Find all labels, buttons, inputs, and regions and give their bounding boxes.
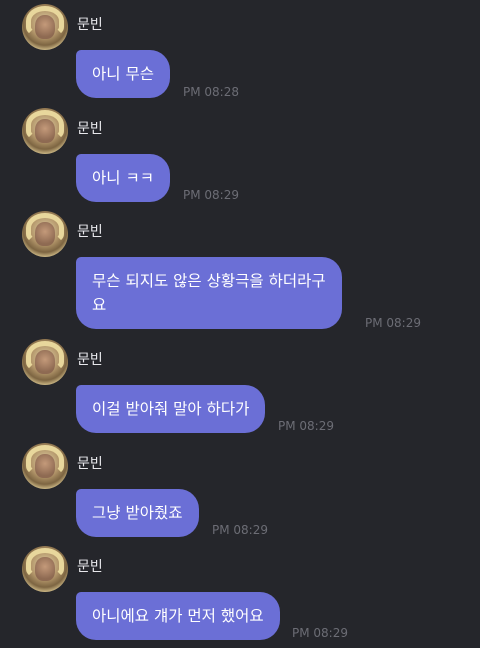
avatar[interactable] bbox=[22, 211, 68, 257]
message-bubble[interactable]: 아니 ㅋㅋ bbox=[76, 154, 170, 202]
message-time: PM 08:29 bbox=[292, 626, 348, 640]
message-bubble[interactable]: 이걸 받아줘 말아 하다가 bbox=[76, 385, 266, 433]
sender-name: 문빈 bbox=[77, 224, 103, 240]
message-bubble[interactable]: 그냥 받아줬죠 bbox=[76, 489, 199, 537]
message-bubble[interactable]: 무슨 되지도 않은 상황극을 하더라구 요 bbox=[76, 257, 342, 329]
message-time: PM 08:28 bbox=[183, 85, 239, 99]
sender-name: 문빈 bbox=[77, 456, 103, 472]
message-time: PM 08:29 bbox=[365, 316, 421, 330]
message-bubble[interactable]: 아니에요 걔가 먼저 했어요 bbox=[76, 592, 280, 640]
avatar[interactable] bbox=[22, 443, 68, 489]
sender-name: 문빈 bbox=[77, 352, 103, 368]
avatar[interactable] bbox=[22, 339, 68, 385]
message-bubble[interactable]: 아니 무슨 bbox=[76, 50, 170, 98]
sender-name: 문빈 bbox=[77, 121, 103, 137]
message-time: PM 08:29 bbox=[183, 188, 239, 202]
sender-name: 문빈 bbox=[77, 17, 103, 33]
message-time: PM 08:29 bbox=[212, 523, 268, 537]
avatar[interactable] bbox=[22, 546, 68, 592]
avatar[interactable] bbox=[22, 108, 68, 154]
chat-list: 문빈 아니 무슨 PM 08:28 문빈 아니 ㅋㅋ PM 08:29 문빈 무… bbox=[0, 0, 480, 648]
sender-name: 문빈 bbox=[77, 559, 103, 575]
message-time: PM 08:29 bbox=[278, 419, 334, 433]
avatar[interactable] bbox=[22, 4, 68, 50]
